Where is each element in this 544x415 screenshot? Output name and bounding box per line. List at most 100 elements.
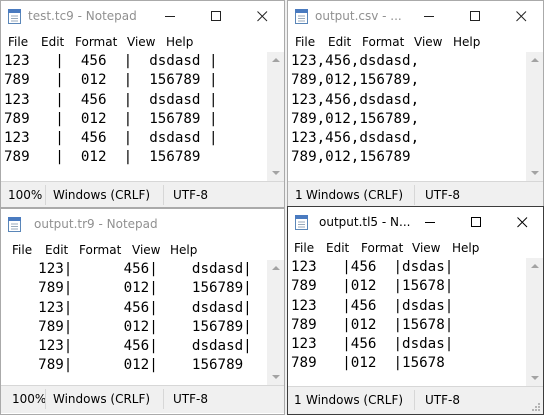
scroll-down-icon[interactable] bbox=[267, 368, 284, 385]
status-zoom: 100% bbox=[12, 392, 47, 406]
text-line: 123 |456 |dsdas| bbox=[291, 336, 454, 353]
menu-bar: File Edit Format View Help bbox=[288, 238, 543, 258]
scroll-up-icon[interactable] bbox=[526, 258, 543, 275]
menu-help[interactable]: Help bbox=[453, 35, 480, 49]
title-bar[interactable]: output.tl5 - N... bbox=[288, 207, 543, 238]
notepad-icon bbox=[295, 215, 308, 230]
menu-file[interactable]: File bbox=[12, 243, 32, 257]
maximize-icon bbox=[471, 217, 481, 227]
vertical-scrollbar[interactable] bbox=[267, 52, 284, 181]
title-bar[interactable]: output.tr9 - Notepad bbox=[1, 209, 284, 240]
status-encoding: UTF-8 bbox=[173, 392, 208, 406]
status-encoding: UTF-8 bbox=[425, 188, 460, 202]
close-button[interactable] bbox=[500, 207, 543, 238]
text-line: 789,012,156789 bbox=[291, 149, 411, 166]
title-bar[interactable]: test.tc9 - Notepad bbox=[1, 1, 284, 32]
text-line: 789| 012| 156789| bbox=[4, 280, 252, 297]
menu-edit[interactable]: Edit bbox=[41, 35, 64, 49]
text-line: 789 |012 |15678| bbox=[291, 316, 454, 333]
menu-edit[interactable]: Edit bbox=[328, 35, 351, 49]
status-zoom: 100% bbox=[8, 188, 43, 202]
minimize-button[interactable] bbox=[148, 1, 194, 32]
minimize-icon bbox=[424, 16, 434, 17]
menu-format[interactable]: Format bbox=[75, 35, 117, 49]
menu-format[interactable]: Format bbox=[79, 243, 121, 257]
text-line: 789 |012 |15678| bbox=[291, 278, 454, 295]
text-line: 123| 456| dsdasd| bbox=[4, 299, 252, 316]
window-title: output.csv - ... bbox=[315, 9, 402, 23]
text-line: 789| 012| 156789| bbox=[4, 318, 252, 335]
menu-view[interactable]: View bbox=[414, 35, 442, 49]
text-editor[interactable]: 123| 456| dsdasd| 789| 012| 156789| 123|… bbox=[1, 260, 267, 378]
menu-view[interactable]: View bbox=[127, 35, 155, 49]
text-line: 789,012,156789, bbox=[291, 110, 420, 127]
close-button[interactable] bbox=[499, 1, 543, 32]
menu-file[interactable]: File bbox=[8, 35, 28, 49]
text-line: 789| 012| 156789 bbox=[4, 357, 244, 374]
scroll-up-icon[interactable] bbox=[267, 52, 284, 69]
minimize-button[interactable] bbox=[408, 207, 454, 238]
text-line: 789,012,156789, bbox=[291, 72, 420, 89]
vertical-scrollbar[interactable] bbox=[526, 52, 543, 181]
notepad-window-csv[interactable]: output.csv - ... File Edit Format View H… bbox=[287, 0, 544, 208]
status-bar: 100% Windows (CRLF) UTF-8 bbox=[1, 181, 284, 207]
menu-help[interactable]: Help bbox=[452, 241, 479, 255]
text-line: 123 | 456 | dsdasd | bbox=[4, 130, 218, 147]
status-zoom: 1 bbox=[294, 393, 302, 407]
maximize-button[interactable] bbox=[194, 1, 240, 32]
maximize-button[interactable] bbox=[453, 1, 499, 32]
minimize-icon bbox=[165, 16, 175, 17]
notepad-window-tc9[interactable]: test.tc9 - Notepad File Edit Format View… bbox=[0, 0, 285, 208]
notepad-window-tr9[interactable]: output.tr9 - Notepad File Edit Format Vi… bbox=[0, 208, 285, 415]
text-line: 123 | 456 | dsdasd | bbox=[4, 53, 218, 69]
text-line: 123| 456| dsdasd| bbox=[4, 338, 252, 355]
menu-edit[interactable]: Edit bbox=[45, 243, 68, 257]
status-line-ending: Windows (CRLF) bbox=[306, 393, 404, 407]
text-line: 123,456,dsdasd, bbox=[291, 130, 420, 147]
notepad-icon bbox=[8, 9, 21, 24]
maximize-icon bbox=[211, 11, 221, 21]
text-line: 123 | 456 | dsdasd | bbox=[4, 91, 218, 108]
status-line-ending: Windows (CRLF) bbox=[53, 188, 151, 202]
scroll-up-icon[interactable] bbox=[526, 52, 543, 69]
menu-view[interactable]: View bbox=[132, 243, 160, 257]
menu-help[interactable]: Help bbox=[166, 35, 193, 49]
text-line: 123,456,dsdasd, bbox=[291, 53, 420, 69]
text-editor[interactable]: 123,456,dsdasd, 789,012,156789, 123,456,… bbox=[288, 52, 526, 182]
menu-file[interactable]: File bbox=[295, 35, 315, 49]
status-separator bbox=[163, 389, 164, 409]
text-line: 789 | 012 | 156789 | bbox=[4, 110, 218, 127]
window-title: test.tc9 - Notepad bbox=[28, 9, 137, 23]
close-icon bbox=[516, 11, 527, 22]
vertical-scrollbar[interactable] bbox=[267, 260, 284, 385]
menu-edit[interactable]: Edit bbox=[326, 241, 349, 255]
menu-help[interactable]: Help bbox=[170, 243, 197, 257]
menu-view[interactable]: View bbox=[412, 241, 440, 255]
notepad-window-tl5[interactable]: output.tl5 - N... File Edit Format View … bbox=[287, 206, 544, 415]
menu-file[interactable]: File bbox=[294, 241, 314, 255]
menu-bar: File Edit Format View Help bbox=[288, 32, 543, 52]
scroll-down-icon[interactable] bbox=[526, 164, 543, 181]
text-line: 123 |456 |dsdas| bbox=[291, 297, 454, 314]
scroll-up-icon[interactable] bbox=[267, 260, 284, 277]
title-bar[interactable]: output.csv - ... bbox=[288, 1, 543, 32]
text-editor[interactable]: 123 |456 |dsdas| 789 |012 |15678| 123 |4… bbox=[288, 258, 526, 383]
menu-format[interactable]: Format bbox=[362, 35, 404, 49]
maximize-button[interactable] bbox=[454, 207, 500, 238]
menu-format[interactable]: Format bbox=[361, 241, 403, 255]
size-grip-icon[interactable] bbox=[531, 402, 541, 412]
close-button[interactable] bbox=[240, 1, 284, 32]
window-title: output.tl5 - N... bbox=[319, 215, 411, 229]
status-line-ending: Windows (CRLF) bbox=[306, 188, 404, 202]
scroll-down-icon[interactable] bbox=[526, 369, 543, 386]
notepad-icon bbox=[295, 9, 308, 24]
minimize-button[interactable] bbox=[407, 1, 453, 32]
text-editor[interactable]: 123 | 456 | dsdasd | 789 | 012 | 156789 … bbox=[1, 52, 267, 182]
scroll-down-icon[interactable] bbox=[267, 164, 284, 181]
menu-bar: File Edit Format View Help bbox=[1, 32, 284, 52]
vertical-scrollbar[interactable] bbox=[526, 258, 543, 386]
close-icon bbox=[517, 217, 528, 228]
text-line: 123 |456 |dsdas| bbox=[291, 259, 454, 275]
status-separator bbox=[45, 389, 46, 409]
text-line: 123| 456| dsdasd| bbox=[4, 261, 252, 277]
